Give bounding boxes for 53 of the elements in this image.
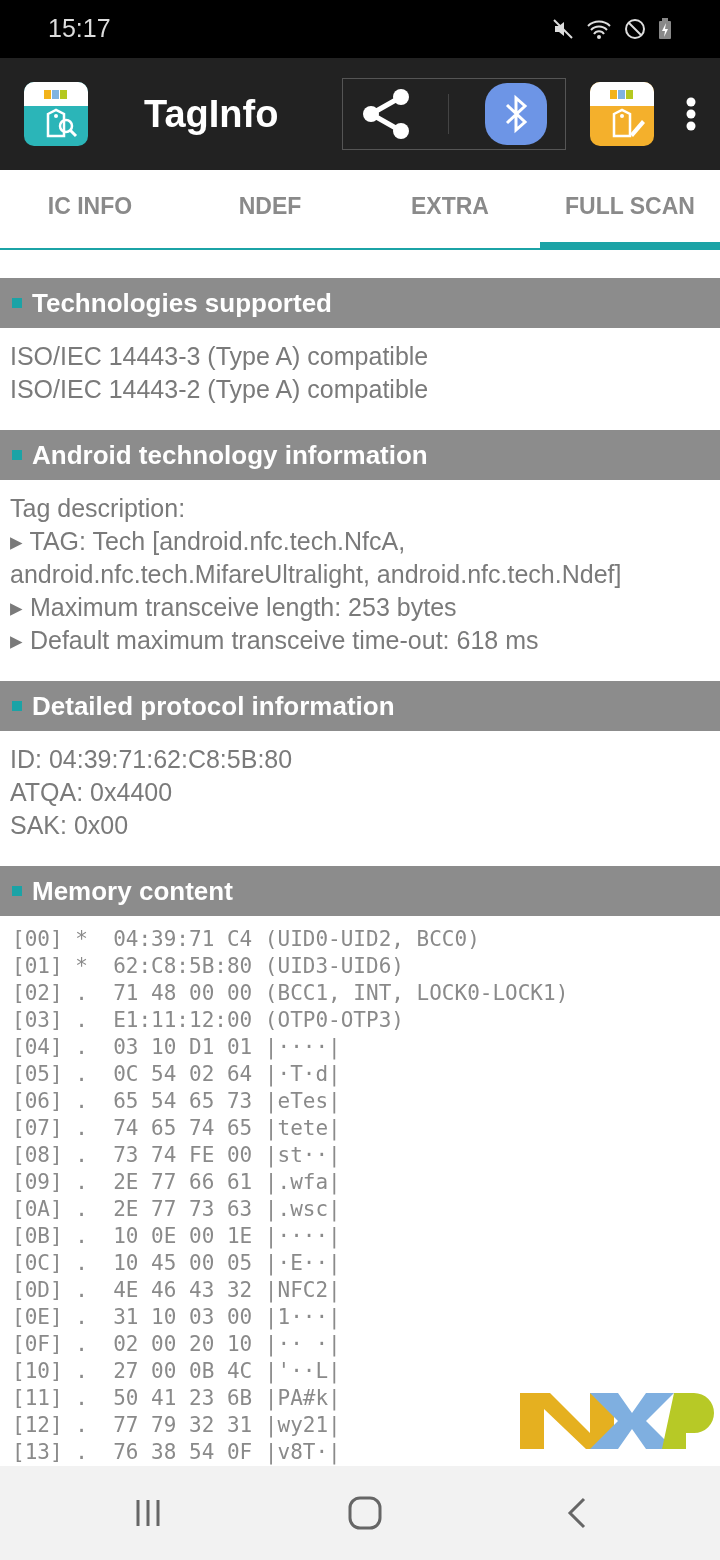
tag-edit-app-icon[interactable] [590, 82, 654, 146]
muted-speaker-icon [552, 18, 574, 40]
memory-line: [0D] . 4E 46 43 32 |NFC2| [12, 1277, 342, 1304]
battery-charging-icon [658, 18, 672, 40]
memory-line: [03] . E1:11:12:00 (OTP0-OTP3) [12, 1007, 405, 1034]
memory-line: [0C] . 10 45 00 05 |·E··| [12, 1250, 342, 1277]
memory-line: [04] . 03 10 D1 01 |····| [12, 1034, 342, 1061]
info-line: ▸ TAG: Tech [android.nfc.tech.NfcA, android.nfc.tech.MifareUltralight, android.nfc.tech.Ndef] [10, 526, 623, 590]
section-title: Memory content [32, 874, 233, 908]
memory-line: [12] . 77 79 32 31 |wy21| [12, 1412, 342, 1439]
info-line: ATQA: 0x4400 [10, 777, 174, 808]
status-time: 15:17 [48, 13, 111, 45]
bullet-icon [12, 886, 22, 896]
memory-line: [00] * 04:39:71 C4 (UID0-UID2, BCC0) [12, 926, 481, 953]
bluetooth-icon[interactable] [485, 83, 548, 145]
memory-line: [06] . 65 54 65 73 |eTes| [12, 1088, 342, 1115]
memory-line: [0F] . 02 00 20 10 |·· ·| [12, 1331, 342, 1358]
memory-line: [11] . 50 41 23 6B |PA#k| [12, 1385, 342, 1412]
memory-line: [0E] . 31 10 03 00 |1···| [12, 1304, 342, 1331]
bullet-icon [12, 298, 22, 308]
info-line: ISO/IEC 14443-2 (Type A) compatible [10, 374, 430, 405]
info-line: Tag description: [10, 493, 187, 524]
section-title: Detailed protocol information [32, 689, 395, 723]
blocked-icon [624, 18, 646, 40]
back-icon[interactable] [567, 1497, 588, 1529]
tab[interactable]: NDEF [180, 170, 360, 248]
more-menu-icon[interactable] [686, 97, 696, 131]
memory-line: [0B] . 10 0E 00 1E |····| [12, 1223, 342, 1250]
bullet-icon [12, 450, 22, 460]
info-line: ▸ Default maximum transceive time-out: 618 ms [10, 625, 540, 656]
section-title: Technologies supported [32, 286, 332, 320]
tab[interactable]: EXTRA [360, 170, 540, 248]
memory-line: [10] . 27 00 0B 4C |'··L| [12, 1358, 342, 1385]
memory-line: [09] . 2E 77 66 61 |.wfa| [12, 1169, 342, 1196]
tab[interactable]: FULL SCAN [540, 170, 720, 248]
info-line: ISO/IEC 14443-3 (Type A) compatible [10, 341, 430, 372]
tag-search-app-icon[interactable] [24, 82, 88, 146]
info-line: ▸ Maximum transceive length: 253 bytes [10, 592, 458, 623]
tab[interactable]: IC INFO [0, 170, 180, 248]
info-line: SAK: 0x00 [10, 810, 130, 841]
memory-line: [0A] . 2E 77 73 63 |.wsc| [12, 1196, 342, 1223]
home-icon[interactable] [348, 1496, 382, 1530]
section-title: Android technology information [32, 438, 428, 472]
memory-line: [05] . 0C 54 02 64 |·T·d| [12, 1061, 342, 1088]
bullet-icon [12, 701, 22, 711]
memory-line: [13] . 76 38 54 0F |v8T·| [12, 1439, 342, 1466]
info-line: ID: 04:39:71:62:C8:5B:80 [10, 744, 294, 775]
app-title: TagInfo [144, 91, 279, 137]
wifi-icon [586, 18, 612, 40]
memory-line: [01] * 62:C8:5B:80 (UID3-UID6) [12, 953, 405, 980]
memory-line: [08] . 73 74 FE 00 |st··| [12, 1142, 342, 1169]
memory-line: [07] . 74 65 74 65 |tete| [12, 1115, 342, 1142]
memory-line: [02] . 71 48 00 00 (BCC1, INT, LOCK0-LOCK1) [12, 980, 570, 1007]
